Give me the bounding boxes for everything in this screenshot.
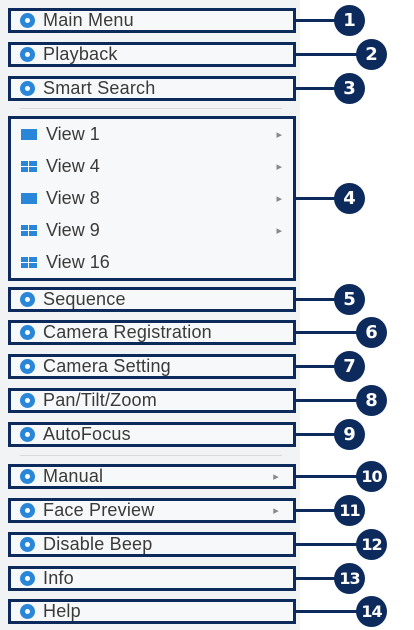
callout-connector <box>296 610 358 613</box>
callout-connector <box>296 19 336 22</box>
callout-badge-2: 2 <box>356 39 387 70</box>
callout-connector <box>296 433 336 436</box>
menu-item-view-1[interactable]: View 1 ▸ <box>11 119 293 149</box>
menu-item-label: View 16 <box>46 251 110 272</box>
menu-item-label: Help <box>43 601 81 621</box>
grid-view-icon <box>21 224 37 236</box>
chevron-right-icon: ▸ <box>273 471 279 483</box>
menu-item-label: View 1 <box>46 123 100 144</box>
callout-badge-1: 1 <box>334 5 365 36</box>
chevron-right-icon: ▸ <box>276 160 282 173</box>
play-icon <box>20 47 35 62</box>
grid-view-icon <box>21 256 37 268</box>
callout-connector <box>296 509 336 512</box>
menu-item-view-9[interactable]: View 9 ▸ <box>11 215 293 245</box>
grid-view-icon <box>21 160 37 172</box>
menu-item-camera-registration[interactable]: Camera Registration <box>8 320 296 345</box>
callout-connector <box>296 543 358 546</box>
callout-badge-14: 14 <box>356 596 387 627</box>
menu-item-label: Disable Beep <box>43 534 153 554</box>
callout-badge-12: 12 <box>356 529 387 560</box>
menu-item-label: View 4 <box>46 155 100 176</box>
menu-item-label: Playback <box>43 44 118 64</box>
single-view-icon <box>21 128 37 140</box>
manual-icon <box>20 469 35 484</box>
menu-item-manual[interactable]: Manual ▸ <box>8 464 296 489</box>
menu-item-label: AutoFocus <box>43 424 131 444</box>
menu-item-face-preview[interactable]: Face Preview ▸ <box>8 498 296 523</box>
home-icon <box>20 13 35 28</box>
menu-item-pan-tilt-zoom[interactable]: Pan/Tilt/Zoom <box>8 388 296 413</box>
menu-item-autofocus[interactable]: AutoFocus <box>8 422 296 447</box>
callout-badge-4: 4 <box>334 183 365 214</box>
menu-item-info[interactable]: Info <box>8 566 296 591</box>
chevron-right-icon: ▸ <box>276 192 282 205</box>
sequence-icon <box>20 292 35 307</box>
menu-item-label: Face Preview <box>43 500 155 520</box>
grid-view-icon <box>21 192 37 204</box>
callout-badge-9: 9 <box>334 419 365 450</box>
chevron-right-icon: ▸ <box>276 128 282 141</box>
focus-icon <box>20 427 35 442</box>
camera-registration-icon <box>20 325 35 340</box>
chevron-right-icon: ▸ <box>276 224 282 237</box>
menu-item-label: Camera Setting <box>43 356 171 376</box>
callout-connector <box>296 298 336 301</box>
menu-item-label: Manual <box>43 466 104 486</box>
callout-connector <box>296 197 336 200</box>
callout-badge-7: 7 <box>334 351 365 382</box>
menu-item-main-menu[interactable]: Main Menu <box>8 8 296 33</box>
callout-badge-6: 6 <box>356 317 387 348</box>
callout-connector <box>296 331 358 334</box>
callout-connector <box>296 577 336 580</box>
menu-item-label: Camera Registration <box>43 322 212 342</box>
chevron-right-icon: ▸ <box>273 505 279 517</box>
face-icon <box>20 503 35 518</box>
menu-item-view-4[interactable]: View 4 ▸ <box>11 151 293 181</box>
menu-separator <box>20 455 282 456</box>
callout-connector <box>296 365 336 368</box>
view-layout-group: View 1 ▸ View 4 ▸ View 8 ▸ View 9 ▸ View… <box>8 116 296 281</box>
menu-item-label: View 9 <box>46 219 100 240</box>
callout-connector <box>296 87 336 90</box>
callout-connector <box>296 53 358 56</box>
callout-connector <box>296 475 358 478</box>
camera-setting-icon <box>20 359 35 374</box>
callout-badge-11: 11 <box>334 495 365 526</box>
help-icon <box>20 604 35 619</box>
mute-icon <box>20 537 35 552</box>
callout-badge-13: 13 <box>334 563 365 594</box>
search-icon <box>20 81 35 96</box>
callout-badge-8: 8 <box>356 385 387 416</box>
menu-item-view-16[interactable]: View 16 <box>11 247 293 277</box>
callout-badge-10: 10 <box>356 461 387 492</box>
menu-item-camera-setting[interactable]: Camera Setting <box>8 354 296 379</box>
info-icon <box>20 571 35 586</box>
menu-item-label: Sequence <box>43 289 126 309</box>
menu-item-help[interactable]: Help <box>8 599 296 624</box>
menu-item-label: Smart Search <box>43 78 156 98</box>
menu-item-label: Pan/Tilt/Zoom <box>43 390 157 410</box>
context-menu: Main Menu Playback Smart Search View 1 ▸… <box>0 0 300 630</box>
menu-item-view-8[interactable]: View 8 ▸ <box>11 183 293 213</box>
menu-separator <box>20 108 282 109</box>
callout-badge-5: 5 <box>334 284 365 315</box>
callout-badge-3: 3 <box>334 73 365 104</box>
menu-item-sequence[interactable]: Sequence <box>8 287 296 312</box>
menu-item-label: Main Menu <box>43 10 134 30</box>
menu-item-label: Info <box>43 568 74 588</box>
ptz-icon <box>20 393 35 408</box>
menu-item-playback[interactable]: Playback <box>8 42 296 67</box>
menu-item-smart-search[interactable]: Smart Search <box>8 76 296 101</box>
menu-item-label: View 8 <box>46 187 100 208</box>
menu-item-disable-beep[interactable]: Disable Beep <box>8 532 296 557</box>
callout-connector <box>296 399 358 402</box>
